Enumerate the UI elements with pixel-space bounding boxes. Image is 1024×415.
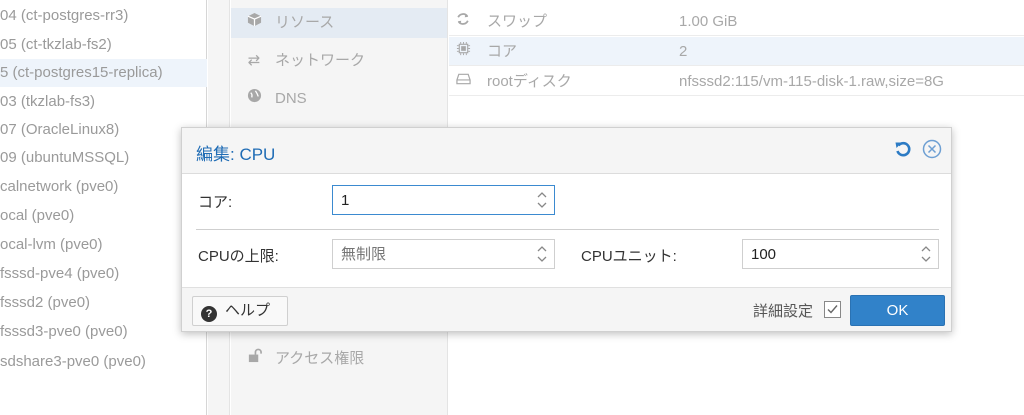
question-icon: ? xyxy=(201,306,217,322)
chip-icon xyxy=(455,37,471,66)
row-key: スワップ xyxy=(487,13,548,30)
spinner-arrows-icon[interactable] xyxy=(536,189,548,211)
cores-stepper[interactable] xyxy=(332,185,555,215)
refresh-icon xyxy=(455,7,471,36)
hdd-icon xyxy=(455,67,471,96)
tree-item[interactable]: 05 (ct-tkzlab-fs2) xyxy=(0,31,207,59)
cpuunits-label: CPUユニット: xyxy=(581,248,677,265)
spinner-arrows-icon[interactable] xyxy=(536,243,548,265)
tree-item[interactable]: fsssd2 (pve0) xyxy=(0,289,207,317)
dialog-footer: ? ヘルプ 詳細設定 OK xyxy=(182,287,951,331)
cube-icon xyxy=(245,8,263,38)
tree-item[interactable]: 07 (OracleLinux8) xyxy=(0,116,207,144)
dialog-header: 編集: CPU xyxy=(182,128,951,174)
cores-label: コア: xyxy=(198,194,233,211)
nav-item-dns[interactable]: DNS xyxy=(231,84,447,114)
resource-tree: 04 (ct-postgres-rr3) 05 (ct-tkzlab-fs2) … xyxy=(0,0,207,415)
table-row[interactable]: rootディスク nfsssd2:115/vm-115-disk-1.raw,s… xyxy=(449,67,1024,96)
dialog-title: 編集: CPU xyxy=(196,145,276,164)
advanced-label: 詳細設定 xyxy=(753,303,814,320)
tree-item[interactable]: fsssd-pve4 (pve0) xyxy=(0,260,207,288)
cpuunits-input[interactable] xyxy=(743,240,908,268)
close-icon[interactable] xyxy=(921,139,943,161)
tree-item[interactable]: ocal (pve0) xyxy=(0,202,207,230)
tree-item[interactable]: fsssd3-pve0 (pve0) xyxy=(0,318,207,346)
edit-cpu-dialog: 編集: CPU コア: CPUの上限: CPUユニット: ? ヘルプ xyxy=(181,127,952,332)
reset-icon[interactable] xyxy=(892,139,914,161)
cpulimit-stepper[interactable] xyxy=(332,239,555,269)
tree-item[interactable]: 03 (tkzlab-fs3) xyxy=(0,88,207,116)
table-row[interactable]: スワップ 1.00 GiB xyxy=(449,7,1024,36)
ok-button[interactable]: OK xyxy=(850,295,945,326)
cores-input[interactable] xyxy=(333,186,523,214)
row-key: rootディスク xyxy=(487,73,572,90)
nav-item-network[interactable]: ⇄ ネットワーク xyxy=(231,46,447,76)
row-value: nfsssd2:115/vm-115-disk-1.raw,size=8G xyxy=(679,73,944,90)
cpuunits-stepper[interactable] xyxy=(742,239,939,269)
tree-item-selected[interactable]: 5 (ct-postgres15-replica) xyxy=(0,59,207,87)
nav-item-access[interactable]: アクセス権限 xyxy=(231,344,447,374)
globe-icon xyxy=(245,84,263,114)
row-value: 2 xyxy=(679,43,688,60)
divider xyxy=(196,229,939,230)
nav-item-label: ネットワーク xyxy=(275,52,366,69)
cpulimit-label: CPUの上限: xyxy=(198,248,279,265)
nav-item-label: アクセス権限 xyxy=(275,350,365,367)
help-button[interactable]: ? ヘルプ xyxy=(192,296,288,326)
nav-item-resources[interactable]: リソース xyxy=(231,8,447,38)
advanced-checkbox[interactable] xyxy=(824,301,841,318)
tree-item[interactable]: sdshare3-pve0 (pve0) xyxy=(0,348,207,376)
cpulimit-input[interactable] xyxy=(333,240,523,268)
row-key: コア xyxy=(487,43,518,60)
nav-item-label: リソース xyxy=(275,14,335,31)
tree-item[interactable]: 09 (ubuntuMSSQL) xyxy=(0,144,207,172)
row-value: 1.00 GiB xyxy=(679,13,738,30)
nav-item-label: DNS xyxy=(275,90,307,107)
unlock-icon xyxy=(245,344,263,374)
table-row[interactable]: コア 2 xyxy=(449,37,1024,66)
tree-item[interactable]: 04 (ct-postgres-rr3) xyxy=(0,2,207,30)
tree-item[interactable]: ocal-lvm (pve0) xyxy=(0,231,207,259)
exchange-icon: ⇄ xyxy=(247,52,261,69)
help-label: ヘルプ xyxy=(225,302,271,319)
tree-item[interactable]: calnetwork (pve0) xyxy=(0,173,207,201)
spinner-arrows-icon[interactable] xyxy=(920,243,932,265)
